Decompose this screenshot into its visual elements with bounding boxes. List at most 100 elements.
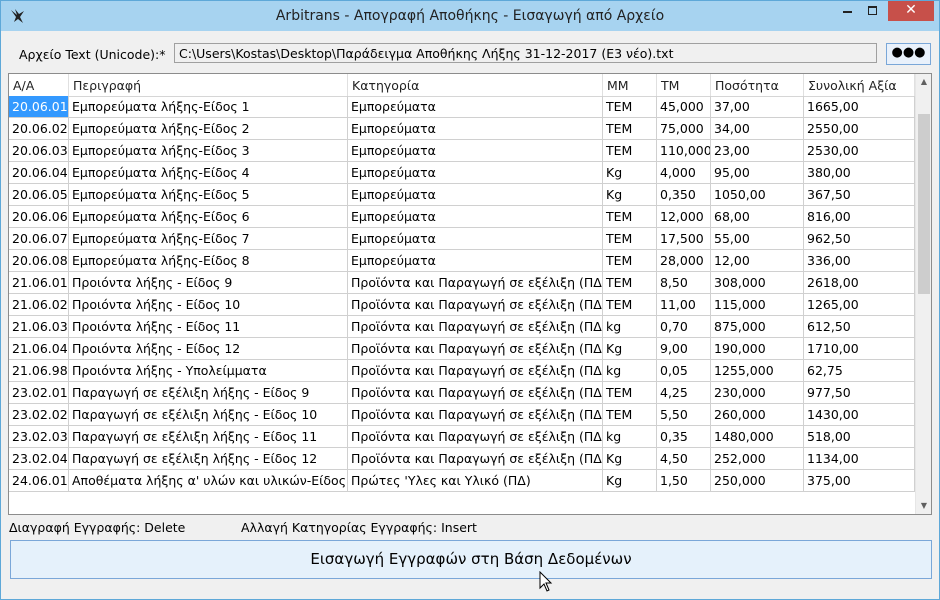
- records-grid[interactable]: Α/Α Περιγραφή Κατηγορία ΜΜ ΤΜ Ποσότητα Σ…: [8, 73, 932, 515]
- table-row[interactable]: 21.06.02 Προιόντα λήξης - Είδος 10 Προϊόντ…: [9, 294, 915, 316]
- row-description-cell[interactable]: Εμπορεύματα λήξης-Είδος 3: [69, 140, 348, 161]
- table-row[interactable]: 23.02.04 Παραγωγή σε εξέλιξη λήξης - Είδο…: [9, 448, 915, 470]
- row-tm-cell[interactable]: 1,50: [657, 470, 711, 491]
- row-category-cell[interactable]: Προϊόντα και Παραγωγή σε εξέλιξη (ΠΔ): [348, 316, 603, 337]
- row-tm-cell[interactable]: 5,50: [657, 404, 711, 425]
- row-total-value-cell[interactable]: 2530,00: [804, 140, 915, 161]
- column-header-description[interactable]: Περιγραφή: [69, 74, 348, 96]
- row-category-cell[interactable]: Εμπορεύματα: [348, 184, 603, 205]
- row-mm-cell[interactable]: TEM: [603, 206, 657, 227]
- row-quantity-cell[interactable]: 115,000: [711, 294, 804, 315]
- row-aa-cell[interactable]: 21.06.02: [9, 294, 69, 315]
- row-category-cell[interactable]: Προϊόντα και Παραγωγή σε εξέλιξη (ΠΔ): [348, 272, 603, 293]
- vertical-scrollbar[interactable]: ▲ ▼: [915, 74, 931, 514]
- row-tm-cell[interactable]: 8,50: [657, 272, 711, 293]
- file-path-field[interactable]: C:\Users\Kostas\Desktop\Παράδειγμα Αποθή…: [174, 43, 877, 63]
- row-mm-cell[interactable]: TEM: [603, 140, 657, 161]
- row-total-value-cell[interactable]: 1134,00: [804, 448, 915, 469]
- row-category-cell[interactable]: Προϊόντα και Παραγωγή σε εξέλιξη (ΠΔ): [348, 382, 603, 403]
- table-row[interactable]: 21.06.01 Προιόντα λήξης - Είδος 9 Προϊόντα…: [9, 272, 915, 294]
- row-description-cell[interactable]: Αποθέματα λήξης α' υλών και υλικών-Είδος…: [69, 470, 348, 491]
- table-row[interactable]: 20.06.01 Εμπορεύματα λήξης-Είδος 1 Εμπορεύ…: [9, 96, 915, 118]
- row-mm-cell[interactable]: kg: [603, 316, 657, 337]
- row-aa-cell[interactable]: 20.06.01: [9, 96, 69, 117]
- row-aa-cell[interactable]: 23.02.02: [9, 404, 69, 425]
- scroll-up-icon[interactable]: ▲: [916, 74, 931, 90]
- row-quantity-cell[interactable]: 34,00: [711, 118, 804, 139]
- row-description-cell[interactable]: Παραγωγή σε εξέλιξη λήξης - Είδος 9: [69, 382, 348, 403]
- row-description-cell[interactable]: Προιόντα λήξης - Είδος 10: [69, 294, 348, 315]
- row-quantity-cell[interactable]: 55,00: [711, 228, 804, 249]
- table-row[interactable]: 23.02.03 Παραγωγή σε εξέλιξη λήξης - Είδο…: [9, 426, 915, 448]
- column-header-tm[interactable]: ΤΜ: [657, 74, 711, 96]
- row-category-cell[interactable]: Εμπορεύματα: [348, 162, 603, 183]
- row-tm-cell[interactable]: 4,000: [657, 162, 711, 183]
- row-total-value-cell[interactable]: 336,00: [804, 250, 915, 271]
- row-total-value-cell[interactable]: 962,50: [804, 228, 915, 249]
- row-tm-cell[interactable]: 0,05: [657, 360, 711, 381]
- row-total-value-cell[interactable]: 62,75: [804, 360, 915, 381]
- row-category-cell[interactable]: Προϊόντα και Παραγωγή σε εξέλιξη (ΠΔ): [348, 404, 603, 425]
- row-category-cell[interactable]: Εμπορεύματα: [348, 206, 603, 227]
- row-aa-cell[interactable]: 23.02.01: [9, 382, 69, 403]
- table-row[interactable]: 20.06.04 Εμπορεύματα λήξης-Είδος 4 Εμπορεύ…: [9, 162, 915, 184]
- table-row[interactable]: 20.06.05 Εμπορεύματα λήξης-Είδος 5 Εμπορεύ…: [9, 184, 915, 206]
- row-category-cell[interactable]: Προϊόντα και Παραγωγή σε εξέλιξη (ΠΔ): [348, 448, 603, 469]
- row-aa-cell[interactable]: 21.06.98: [9, 360, 69, 381]
- row-total-value-cell[interactable]: 375,00: [804, 470, 915, 491]
- row-aa-cell[interactable]: 20.06.08: [9, 250, 69, 271]
- row-tm-cell[interactable]: 75,000: [657, 118, 711, 139]
- row-mm-cell[interactable]: TEM: [603, 250, 657, 271]
- row-mm-cell[interactable]: TEM: [603, 96, 657, 117]
- title-bar[interactable]: Arbitrans - Απογραφή Αποθήκης - Εισαγωγή…: [1, 1, 939, 31]
- row-category-cell[interactable]: Εμπορεύματα: [348, 118, 603, 139]
- row-tm-cell[interactable]: 28,000: [657, 250, 711, 271]
- row-description-cell[interactable]: Εμπορεύματα λήξης-Είδος 1: [69, 96, 348, 117]
- row-description-cell[interactable]: Εμπορεύματα λήξης-Είδος 6: [69, 206, 348, 227]
- row-description-cell[interactable]: Εμπορεύματα λήξης-Είδος 4: [69, 162, 348, 183]
- row-aa-cell[interactable]: 20.06.05: [9, 184, 69, 205]
- row-mm-cell[interactable]: TEM: [603, 272, 657, 293]
- row-tm-cell[interactable]: 17,500: [657, 228, 711, 249]
- row-mm-cell[interactable]: TEM: [603, 228, 657, 249]
- row-description-cell[interactable]: Παραγωγή σε εξέλιξη λήξης - Είδος 11: [69, 426, 348, 447]
- row-description-cell[interactable]: Προιόντα λήξης - Είδος 11: [69, 316, 348, 337]
- row-tm-cell[interactable]: 9,00: [657, 338, 711, 359]
- row-total-value-cell[interactable]: 1665,00: [804, 96, 915, 117]
- row-description-cell[interactable]: Προιόντα λήξης - Είδος 12: [69, 338, 348, 359]
- row-total-value-cell[interactable]: 977,50: [804, 382, 915, 403]
- row-total-value-cell[interactable]: 816,00: [804, 206, 915, 227]
- row-category-cell[interactable]: Εμπορεύματα: [348, 140, 603, 161]
- row-description-cell[interactable]: Εμπορεύματα λήξης-Είδος 5: [69, 184, 348, 205]
- row-tm-cell[interactable]: 110,000: [657, 140, 711, 161]
- minimize-button[interactable]: [834, 1, 860, 21]
- row-mm-cell[interactable]: Kg: [603, 338, 657, 359]
- row-total-value-cell[interactable]: 367,50: [804, 184, 915, 205]
- row-total-value-cell[interactable]: 380,00: [804, 162, 915, 183]
- browse-button[interactable]: ●●●: [886, 43, 931, 65]
- row-aa-cell[interactable]: 20.06.07: [9, 228, 69, 249]
- row-aa-cell[interactable]: 20.06.02: [9, 118, 69, 139]
- row-mm-cell[interactable]: Kg: [603, 184, 657, 205]
- table-row[interactable]: 21.06.04 Προιόντα λήξης - Είδος 12 Προϊόντ…: [9, 338, 915, 360]
- row-tm-cell[interactable]: 4,25: [657, 382, 711, 403]
- row-description-cell[interactable]: Εμπορεύματα λήξης-Είδος 7: [69, 228, 348, 249]
- row-total-value-cell[interactable]: 2550,00: [804, 118, 915, 139]
- row-aa-cell[interactable]: 23.02.03: [9, 426, 69, 447]
- row-total-value-cell[interactable]: 1430,00: [804, 404, 915, 425]
- row-quantity-cell[interactable]: 23,00: [711, 140, 804, 161]
- row-quantity-cell[interactable]: 1255,000: [711, 360, 804, 381]
- row-total-value-cell[interactable]: 612,50: [804, 316, 915, 337]
- maximize-button[interactable]: [860, 1, 886, 21]
- table-row[interactable]: 23.02.01 Παραγωγή σε εξέλιξη λήξης - Είδο…: [9, 382, 915, 404]
- row-total-value-cell[interactable]: 518,00: [804, 426, 915, 447]
- row-quantity-cell[interactable]: 260,000: [711, 404, 804, 425]
- row-aa-cell[interactable]: 23.02.04: [9, 448, 69, 469]
- row-mm-cell[interactable]: Kg: [603, 470, 657, 491]
- row-quantity-cell[interactable]: 68,00: [711, 206, 804, 227]
- row-category-cell[interactable]: Προϊόντα και Παραγωγή σε εξέλιξη (ΠΔ): [348, 360, 603, 381]
- row-mm-cell[interactable]: TEM: [603, 294, 657, 315]
- row-description-cell[interactable]: Εμπορεύματα λήξης-Είδος 8: [69, 250, 348, 271]
- row-total-value-cell[interactable]: 2618,00: [804, 272, 915, 293]
- row-quantity-cell[interactable]: 1050,00: [711, 184, 804, 205]
